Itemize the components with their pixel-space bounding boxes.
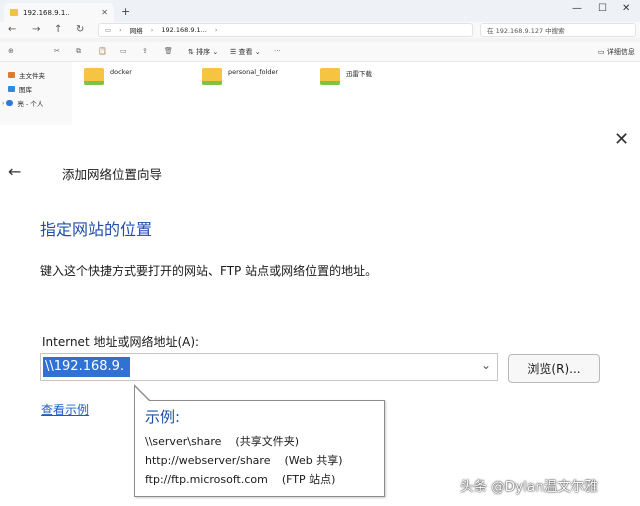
folder-label: docker xyxy=(110,68,132,76)
chevron-right-icon: › xyxy=(119,26,122,34)
nav-item-home[interactable]: 主文件夹 xyxy=(8,70,45,80)
details-label: 详细信息 xyxy=(606,48,635,56)
rename-icon[interactable]: ▭ xyxy=(120,47,127,55)
folder-icon xyxy=(10,9,18,16)
chevron-down-icon[interactable]: ⌄ xyxy=(481,358,491,372)
chevron-right-icon: › xyxy=(214,26,218,34)
wizard-title: 添加网络位置向导 xyxy=(62,167,163,182)
chevron-right-icon: › xyxy=(150,26,154,34)
nav-item-label: 图库 xyxy=(19,86,32,94)
nav-item-onedrive[interactable]: › 亮 - 个人 xyxy=(2,98,44,109)
command-bar xyxy=(0,42,640,62)
browse-button[interactable]: 浏览(R)... xyxy=(508,354,600,383)
view-button[interactable]: ☰ 查看 ⌄ xyxy=(230,47,261,57)
delete-icon[interactable]: 🗑 xyxy=(164,47,173,55)
minimize-icon[interactable]: — xyxy=(572,3,582,14)
folder-item-docker[interactable]: docker xyxy=(84,68,132,85)
folder-item-personal[interactable]: personal_folder xyxy=(202,68,278,85)
address-value[interactable]: \\192.168.9. xyxy=(43,357,131,377)
sort-label: 排序 xyxy=(196,48,211,56)
maximize-icon[interactable]: ☐ xyxy=(598,3,607,14)
folder-icon xyxy=(202,68,222,85)
cut-icon[interactable]: ✂ xyxy=(54,47,60,55)
tooltip-line: http://webserver/share (Web 共享) xyxy=(145,454,343,467)
tooltip-pointer-fill xyxy=(135,387,149,401)
folder-icon xyxy=(84,68,104,85)
home-icon xyxy=(8,72,15,78)
folder-label: 迅雷下载 xyxy=(346,70,372,78)
search-placeholder: 在 192.168.9.127 中搜索 xyxy=(487,27,565,35)
page-heading: 指定网站的位置 xyxy=(40,220,153,239)
breadcrumb-network[interactable]: 网络 xyxy=(130,25,143,35)
nav-item-label: 亮 - 个人 xyxy=(17,100,44,108)
sort-button[interactable]: ⇅ 排序 ⌄ xyxy=(188,47,218,57)
close-tab-icon[interactable]: ✕ xyxy=(101,8,108,17)
more-icon[interactable]: ··· xyxy=(274,47,281,55)
pc-icon: ▭ xyxy=(105,26,112,34)
watermark: 头条 @Dylan温文尔雅 xyxy=(460,479,598,495)
forward-arrow-icon[interactable]: → xyxy=(32,24,40,35)
page-description: 键入这个快捷方式要打开的网站、FTP 站点或网络位置的地址。 xyxy=(40,264,378,278)
folder-label: personal_folder xyxy=(228,68,279,76)
paste-icon[interactable]: 📋 xyxy=(98,47,107,55)
search-input[interactable]: 在 192.168.9.127 中搜索 xyxy=(480,23,636,37)
nav-item-label: 主文件夹 xyxy=(19,72,45,80)
breadcrumb-host[interactable]: 192.168.9.1... xyxy=(161,26,206,34)
chevron-right-icon: › xyxy=(2,99,5,107)
back-arrow-icon[interactable]: ← xyxy=(8,162,21,181)
tab-label: 192.168.9.1.. xyxy=(23,8,70,17)
refresh-icon[interactable]: ↻ xyxy=(76,24,84,35)
folder-item-thunder[interactable]: 迅雷下载 xyxy=(320,68,372,85)
nav-item-gallery[interactable]: 图库 xyxy=(8,84,32,94)
close-icon[interactable]: ✕ xyxy=(614,129,629,150)
share-icon[interactable]: ⇪ xyxy=(142,47,148,55)
folder-icon xyxy=(320,68,340,85)
close-window-icon[interactable]: ✕ xyxy=(622,3,630,14)
cloud-icon xyxy=(6,100,14,106)
up-arrow-icon[interactable]: ↑ xyxy=(54,24,62,35)
tooltip-title: 示例: xyxy=(145,408,181,426)
address-field[interactable]: ▭ › 网络 › 192.168.9.1... › xyxy=(98,23,473,37)
address-label: Internet 地址或网络地址(A): xyxy=(42,335,200,349)
view-label: 查看 xyxy=(238,48,253,56)
view-examples-link[interactable]: 查看示例 xyxy=(41,401,89,418)
details-button[interactable]: ▭ 详细信息 xyxy=(598,47,635,57)
gallery-icon xyxy=(8,86,15,92)
explorer-tab[interactable]: 192.168.9.1.. ✕ xyxy=(4,3,114,22)
address-combobox[interactable]: \\192.168.9. ⌄ xyxy=(40,353,498,381)
tooltip-line: \\server\share (共享文件夹) xyxy=(145,435,299,448)
back-arrow-icon[interactable]: ← xyxy=(8,24,16,35)
copy-icon[interactable]: ⧉ xyxy=(76,47,81,56)
new-icon[interactable]: ⊕ xyxy=(8,47,14,55)
new-tab-icon[interactable]: + xyxy=(121,5,130,18)
tooltip-line: ftp://ftp.microsoft.com (FTP 站点) xyxy=(145,473,336,486)
